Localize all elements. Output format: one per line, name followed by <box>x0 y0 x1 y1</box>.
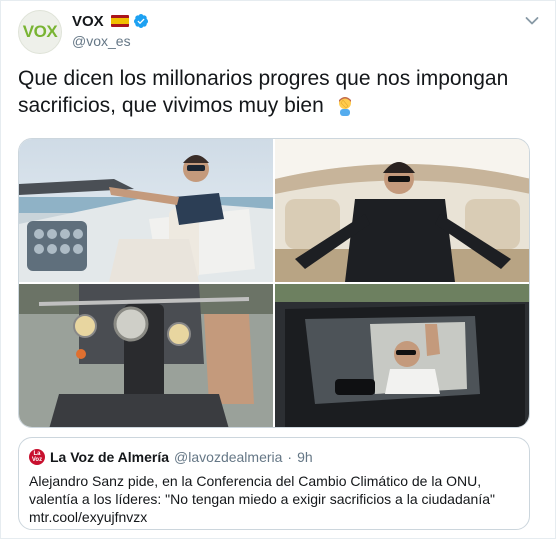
quoted-separator: · <box>287 449 293 465</box>
tweet-card[interactable]: VOX VOX @vox_es Que dicen los millonario… <box>0 0 556 539</box>
quoted-tweet-text-block: Alejandro Sanz pide, en la Conferencia d… <box>29 472 521 526</box>
photo-car[interactable] <box>275 284 529 427</box>
author-name[interactable]: VOX <box>72 13 104 30</box>
quoted-tweet-text: Alejandro Sanz pide, en la Conferencia d… <box>29 473 495 507</box>
quoted-avatar[interactable]: La Voz <box>29 449 45 465</box>
chevron-down-icon[interactable] <box>525 13 539 25</box>
photo-boat[interactable] <box>19 139 273 282</box>
photo-private-jet[interactable] <box>275 139 529 282</box>
spain-flag-icon <box>110 15 129 27</box>
quoted-author-handle[interactable]: @lavozdealmeria <box>174 449 282 465</box>
quoted-tweet-link[interactable]: mtr.cool/exyujfnvzx <box>29 508 521 526</box>
quoted-tweet[interactable]: La Voz La Voz de Almería @lavozdealmeria… <box>18 437 530 530</box>
quoted-tweet-header: La Voz La Voz de Almería @lavozdealmeria… <box>29 448 313 466</box>
quoted-timestamp[interactable]: 9h <box>297 449 313 465</box>
photo-motorcycle[interactable] <box>19 284 273 427</box>
media-grid <box>18 138 530 428</box>
avatar-logo-text: VOX <box>22 22 58 41</box>
tweet-text: Que dicen los millonarios progres que no… <box>18 67 509 117</box>
tweet-text-block: Que dicen los millonarios progres que no… <box>18 65 538 119</box>
tweet-header: VOX @vox_es <box>72 11 149 49</box>
verified-badge-icon <box>133 13 149 29</box>
quoted-author-name[interactable]: La Voz de Almería <box>50 449 169 465</box>
facepalm-emoji-icon <box>334 94 356 116</box>
avatar[interactable]: VOX <box>18 10 62 54</box>
author-handle[interactable]: @vox_es <box>72 33 149 49</box>
